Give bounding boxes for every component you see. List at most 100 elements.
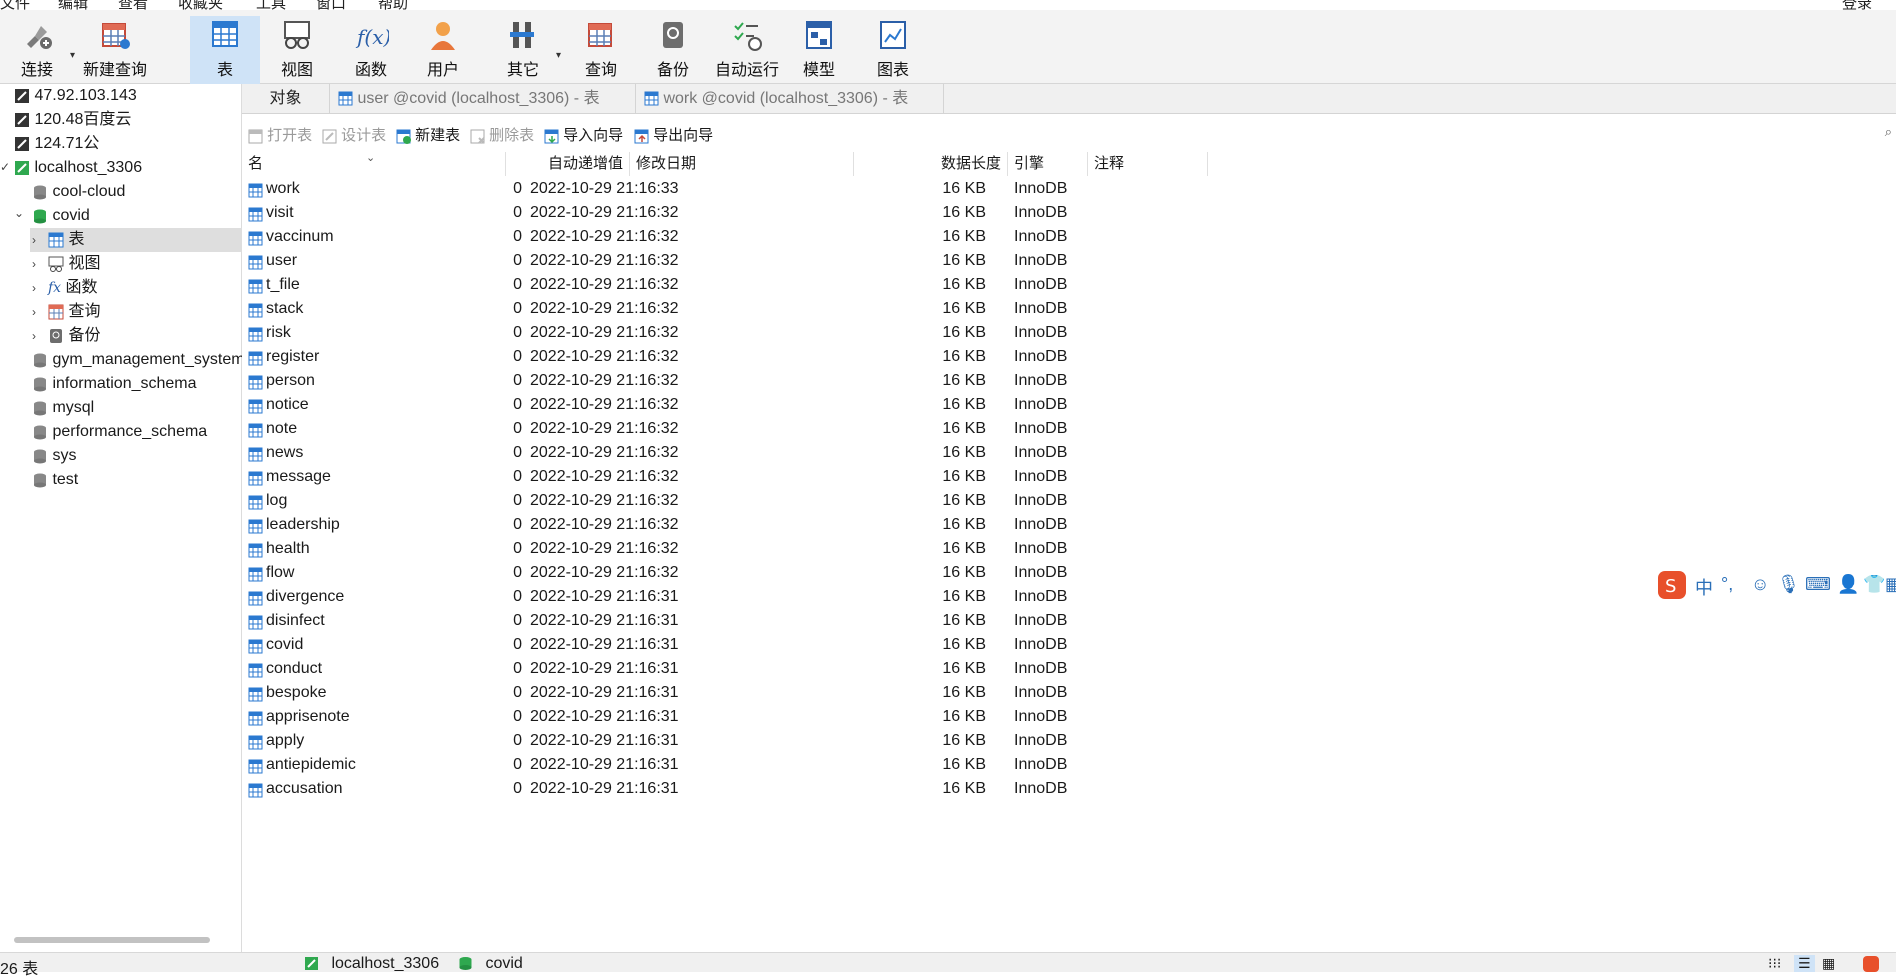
view-list-icon[interactable]: ☰ <box>1794 955 1815 972</box>
menu-file[interactable]: 文件 <box>0 0 30 10</box>
table-row[interactable]: flow 0 2022-10-29 21:16:32 16 KB InnoDB <box>242 561 1202 585</box>
menu-help[interactable]: 帮助 <box>378 0 408 10</box>
other-dropdown-icon[interactable]: ▾ <box>556 50 561 61</box>
table-row[interactable]: notice 0 2022-10-29 21:16:32 16 KB InnoDB <box>242 393 1202 417</box>
database-item[interactable]: performance_schema <box>32 420 242 444</box>
ime-mode-label[interactable]: 中 <box>1695 574 1713 600</box>
delete-table-button[interactable]: 删除表 <box>470 124 534 145</box>
chevron-right-icon[interactable]: › <box>32 324 36 348</box>
menu-tools[interactable]: 工具 <box>256 0 286 10</box>
col-header-comment[interactable]: 注释 <box>1088 152 1208 176</box>
table-row[interactable]: vaccinum 0 2022-10-29 21:16:32 16 KB InnoDB <box>242 225 1202 249</box>
table-row[interactable]: note 0 2022-10-29 21:16:32 16 KB InnoDB <box>242 417 1202 441</box>
table-row[interactable]: antiepidemic 0 2022-10-29 21:16:31 16 KB Inn… <box>242 753 1202 777</box>
connect-button[interactable]: 连接 <box>2 18 72 82</box>
menu-view[interactable]: 查看 <box>118 0 148 10</box>
tree-node-functions[interactable]: › fx 函数 <box>30 276 242 300</box>
col-header-auto-inc[interactable]: 自动递增值 <box>506 152 630 176</box>
connection-item[interactable]: 47.92.103.143 <box>14 84 242 108</box>
table-row[interactable]: risk 0 2022-10-29 21:16:32 16 KB InnoDB <box>242 321 1202 345</box>
database-item[interactable]: mysql <box>32 396 242 420</box>
col-header-engine[interactable]: 引擎 <box>1008 152 1088 176</box>
user-icon[interactable]: 👤 <box>1837 574 1859 595</box>
query-button[interactable]: 查询 <box>566 18 636 82</box>
open-table-button[interactable]: 打开表 <box>248 124 312 145</box>
table-row[interactable]: t_file 0 2022-10-29 21:16:32 16 KB InnoDB <box>242 273 1202 297</box>
table-row[interactable]: disinfect 0 2022-10-29 21:16:31 16 KB InnoDB <box>242 609 1202 633</box>
table-row[interactable]: accusation 0 2022-10-29 21:16:31 16 KB InnoD… <box>242 777 1202 801</box>
view-grid-icon[interactable]: ⁝⁝⁝ <box>1768 955 1781 972</box>
table-row[interactable]: visit 0 2022-10-29 21:16:32 16 KB InnoDB <box>242 201 1202 225</box>
table-row[interactable]: divergence 0 2022-10-29 21:16:31 16 KB InnoD… <box>242 585 1202 609</box>
view-button[interactable]: 视图 <box>262 18 332 82</box>
other-button[interactable]: 其它 <box>488 18 558 82</box>
database-item[interactable]: information_schema <box>32 372 242 396</box>
table-row[interactable]: stack 0 2022-10-29 21:16:32 16 KB InnoDB <box>242 297 1202 321</box>
chevron-down-icon[interactable]: ✓ <box>0 160 10 174</box>
table-row[interactable]: log 0 2022-10-29 21:16:32 16 KB InnoDB <box>242 489 1202 513</box>
sidebar-scrollbar[interactable] <box>14 937 210 943</box>
model-button[interactable]: 模型 <box>784 18 854 82</box>
tree-node-views[interactable]: › 视图 <box>30 252 242 276</box>
new-table-button[interactable]: 新建表 <box>396 124 460 145</box>
menu-favorites[interactable]: 收藏夹 <box>178 0 223 10</box>
tab-objects[interactable]: 对象 <box>242 84 330 114</box>
view-detail-icon[interactable]: ▦ <box>1822 955 1835 972</box>
col-header-name[interactable]: 名 ⌄ <box>242 152 506 176</box>
table-row[interactable]: covid 0 2022-10-29 21:16:31 16 KB InnoDB <box>242 633 1202 657</box>
table-row[interactable]: apprisenote 0 2022-10-29 21:16:31 16 KB Inno… <box>242 705 1202 729</box>
tab-work-table[interactable]: work @covid (localhost_3306) - 表 <box>638 84 944 114</box>
table-row[interactable]: conduct 0 2022-10-29 21:16:31 16 KB InnoDB <box>242 657 1202 681</box>
connection-item[interactable]: 120.48百度云 <box>14 108 242 132</box>
chevron-right-icon[interactable]: › <box>32 228 36 252</box>
connection-item[interactable]: 124.71公 <box>14 132 242 156</box>
table-row[interactable]: health 0 2022-10-29 21:16:32 16 KB InnoDB <box>242 537 1202 561</box>
tree-node-queries[interactable]: › 查询 <box>30 300 242 324</box>
table-row[interactable]: work 0 2022-10-29 21:16:33 16 KB InnoDB <box>242 177 1202 201</box>
search-icon[interactable]: ⌕ <box>1885 124 1892 140</box>
backup-button[interactable]: 备份 <box>638 18 708 82</box>
new-query-button[interactable]: 新建查询 <box>80 18 150 82</box>
auto-run-button[interactable]: 自动运行 <box>712 18 782 82</box>
table-row[interactable]: person 0 2022-10-29 21:16:32 16 KB InnoDB <box>242 369 1202 393</box>
database-item-covid[interactable]: covid <box>32 204 242 228</box>
table-row[interactable]: user 0 2022-10-29 21:16:32 16 KB InnoDB <box>242 249 1202 273</box>
ime-punct-label[interactable]: °, <box>1721 574 1733 595</box>
menu-window[interactable]: 窗口 <box>316 0 346 10</box>
tab-user-table[interactable]: user @covid (localhost_3306) - 表 <box>332 84 636 114</box>
chevron-down-icon[interactable]: ⌄ <box>14 206 24 220</box>
export-wizard-button[interactable]: 导出向导 <box>634 124 713 145</box>
user-button[interactable]: 用户 <box>408 18 478 82</box>
chevron-right-icon[interactable]: › <box>32 300 36 324</box>
table-row[interactable]: bespoke 0 2022-10-29 21:16:31 16 KB InnoDB <box>242 681 1202 705</box>
database-item[interactable]: cool-cloud <box>32 180 242 204</box>
database-item[interactable]: test <box>32 468 242 492</box>
keyboard-icon[interactable]: ⌨ <box>1805 574 1831 595</box>
sogou-logo-icon[interactable]: S <box>1657 570 1687 605</box>
grid-icon[interactable]: ▦ <box>1885 574 1896 595</box>
chart-button[interactable]: 图表 <box>858 18 928 82</box>
tree-node-tables[interactable]: › 表 <box>30 228 242 252</box>
table-row[interactable]: leadership 0 2022-10-29 21:16:32 16 KB InnoD… <box>242 513 1202 537</box>
col-header-data-length[interactable]: 数据长度 <box>854 152 1008 176</box>
col-header-modified[interactable]: 修改日期 <box>630 152 854 176</box>
chevron-right-icon[interactable]: › <box>32 252 36 276</box>
database-item[interactable]: gym_management_system <box>32 348 242 372</box>
table-row[interactable]: news 0 2022-10-29 21:16:32 16 KB InnoDB <box>242 441 1202 465</box>
function-button[interactable]: f(x) 函数 <box>336 18 406 82</box>
microphone-icon[interactable]: 🎙 <box>1777 574 1800 595</box>
tree-node-backups[interactable]: › 备份 <box>30 324 242 348</box>
menu-edit[interactable]: 编辑 <box>58 0 88 10</box>
sogou-tray-icon[interactable] <box>1862 955 1880 978</box>
import-wizard-button[interactable]: 导入向导 <box>544 124 623 145</box>
table-row[interactable]: register 0 2022-10-29 21:16:32 16 KB InnoDB <box>242 345 1202 369</box>
connect-dropdown-icon[interactable]: ▾ <box>70 50 75 61</box>
skin-icon[interactable]: 👕 <box>1863 574 1885 595</box>
table-button[interactable]: 表 <box>190 16 260 84</box>
table-row[interactable]: apply 0 2022-10-29 21:16:31 16 KB InnoDB <box>242 729 1202 753</box>
table-row[interactable]: message 0 2022-10-29 21:16:32 16 KB InnoDB <box>242 465 1202 489</box>
signin-link[interactable]: 登录 <box>1842 0 1872 10</box>
connection-item-localhost[interactable]: localhost_3306 <box>14 156 242 180</box>
database-item[interactable]: sys <box>32 444 242 468</box>
emoji-icon[interactable]: ☺ <box>1751 574 1769 595</box>
